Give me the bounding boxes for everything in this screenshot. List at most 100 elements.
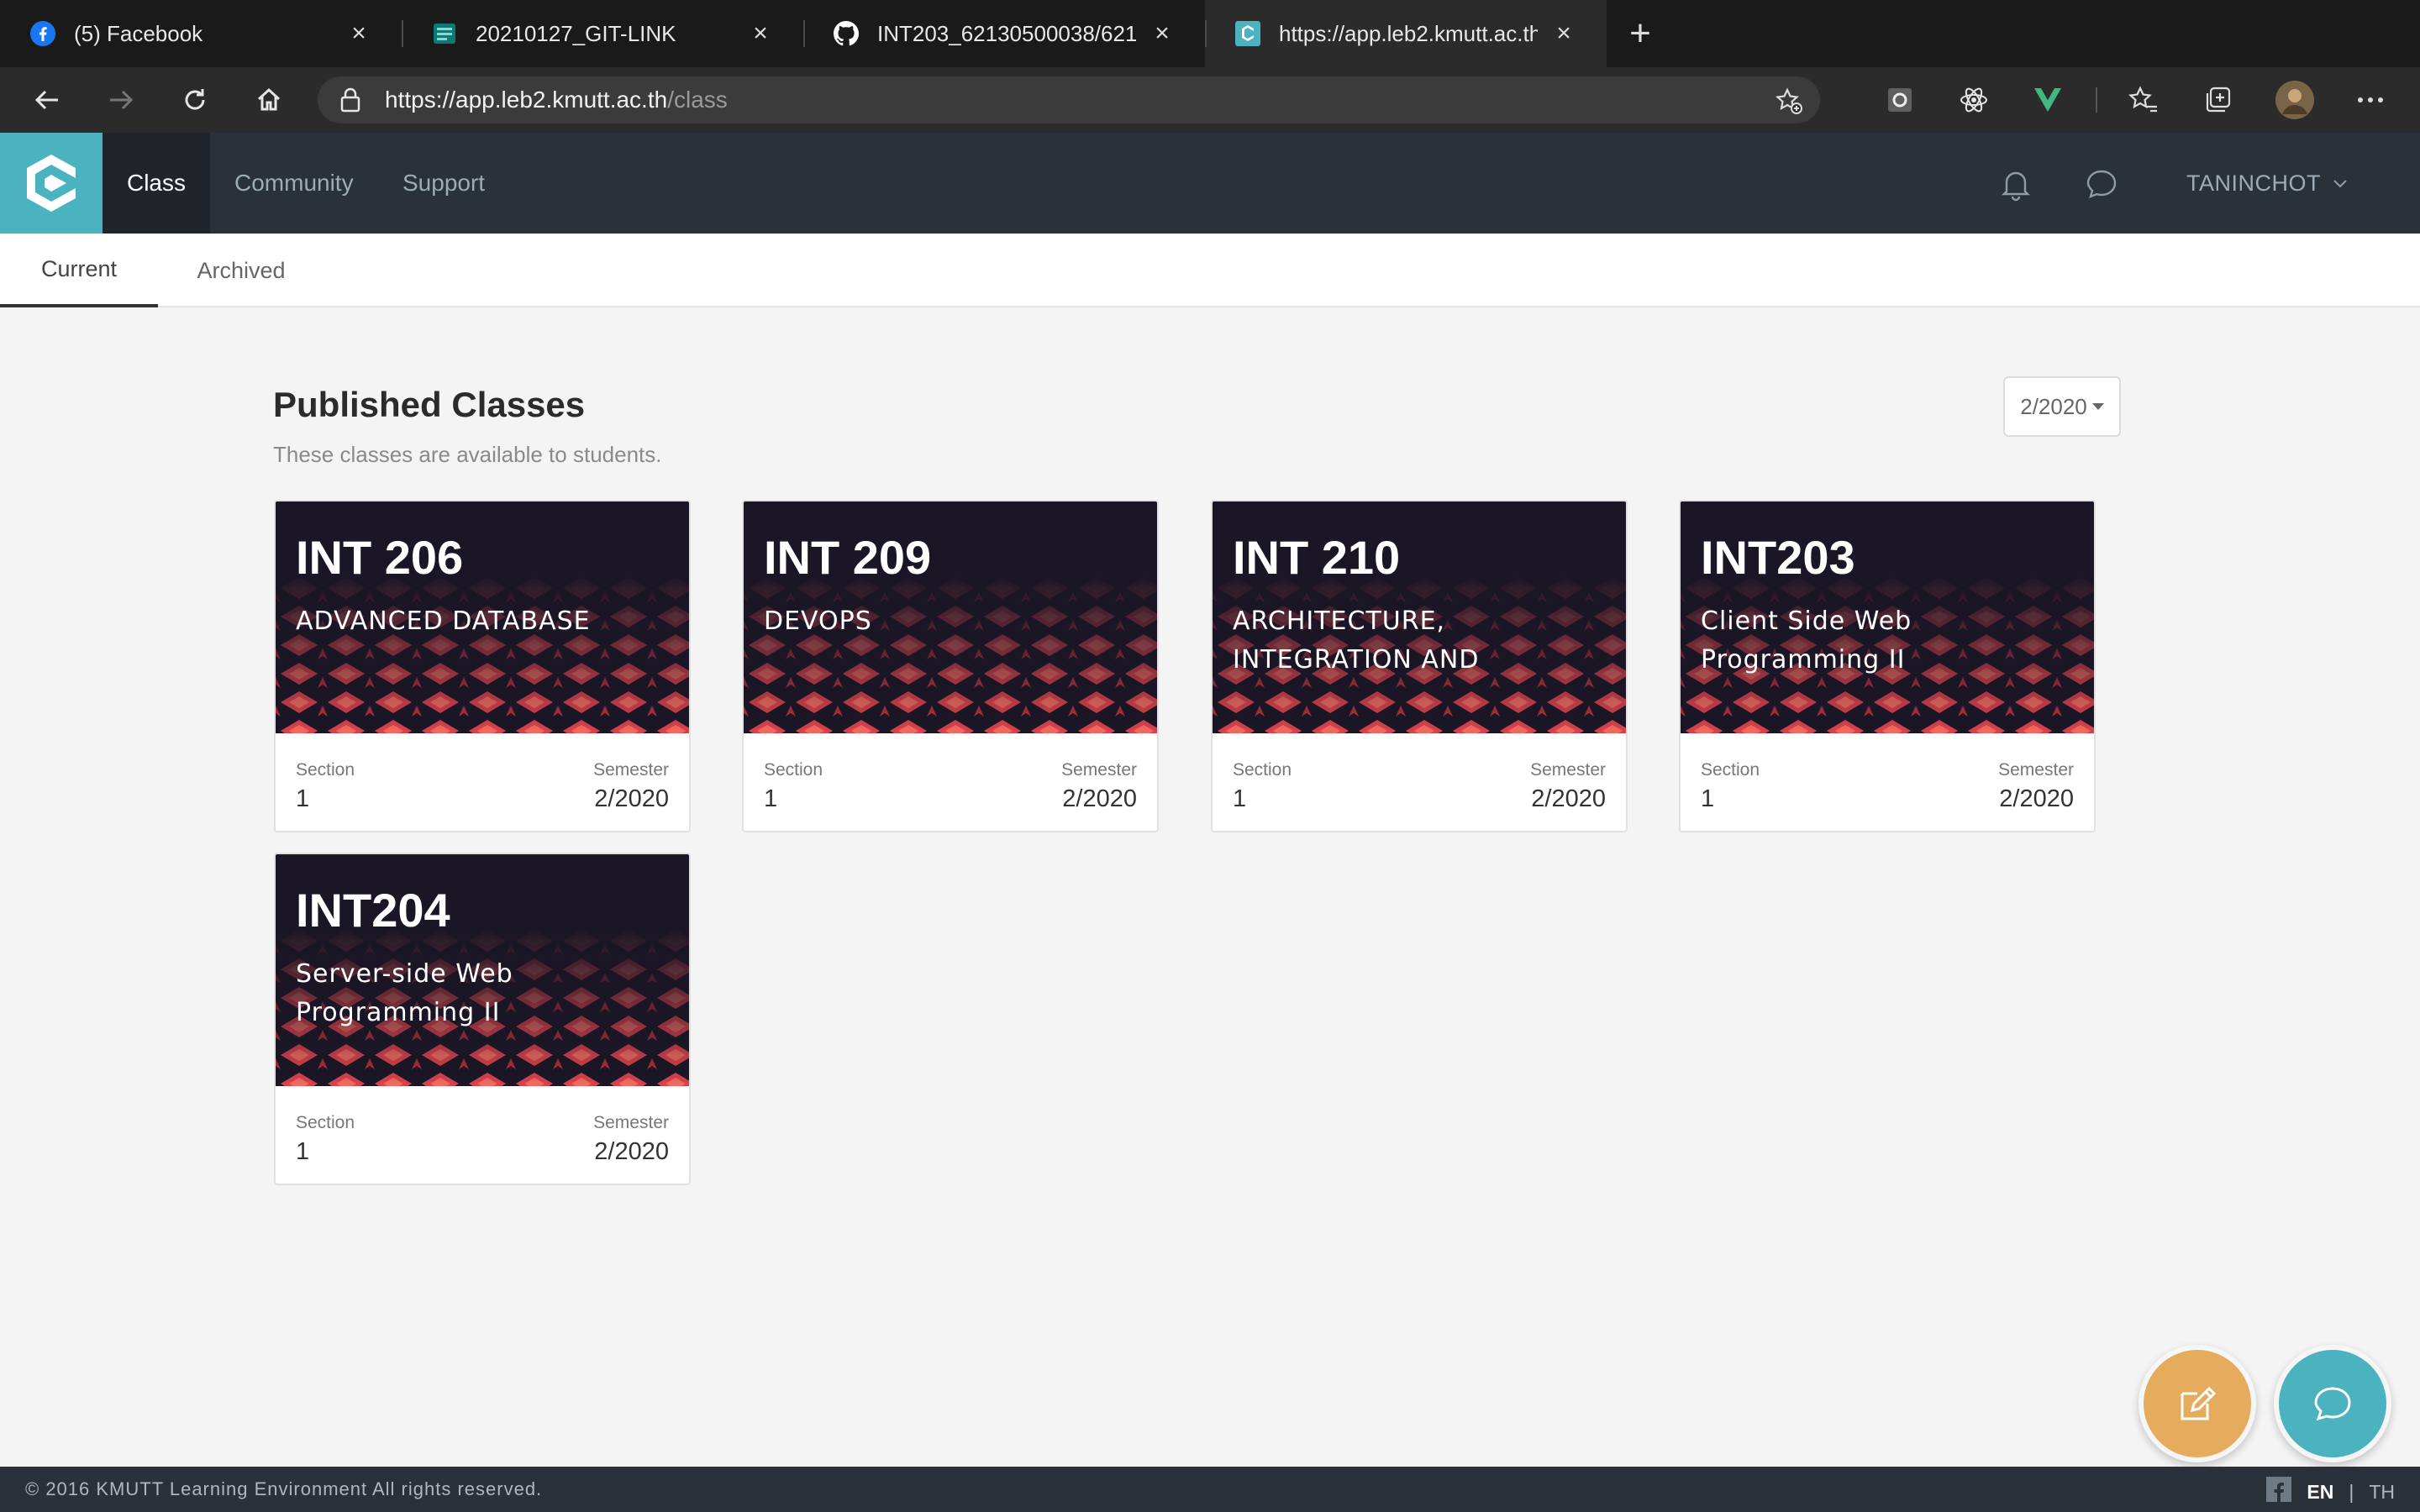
class-card-meta: Section 1 Semester 2/2020	[744, 733, 1157, 831]
user-menu[interactable]: TANINCHOT	[2186, 133, 2348, 234]
favorites-icon[interactable]	[2114, 67, 2173, 133]
class-card-int210[interactable]: INT 210 ARCHITECTURE, INTEGRATION AND Se…	[1211, 500, 1628, 832]
close-tab-icon[interactable]: ×	[346, 19, 371, 48]
github-icon	[834, 21, 859, 46]
browser-tab-github[interactable]: INT203_62130500038/62130500038 ×	[803, 0, 1205, 67]
leb2-logo[interactable]	[0, 133, 103, 234]
class-card-banner: INT 206 ADVANCED DATABASE	[276, 501, 689, 733]
class-card-banner: INT 209 DEVOPS	[744, 501, 1157, 733]
back-button[interactable]	[10, 67, 84, 133]
browser-tab-strip: (5) Facebook × 20210127_GIT-LINK × INT20…	[0, 0, 2420, 67]
home-icon	[257, 87, 281, 111]
compose-button[interactable]	[2139, 1345, 2256, 1462]
address-bar[interactable]: https://app.leb2.kmutt.ac.th/class	[318, 76, 1820, 123]
section-label: Section	[296, 1113, 355, 1132]
semester-label: Semester	[593, 760, 669, 780]
nav-support[interactable]: Support	[402, 133, 485, 234]
semester-value: 2/2020	[594, 785, 669, 812]
nav-class[interactable]: Class	[103, 133, 210, 234]
class-card-banner: INT203 Client Side Web Programming II	[1681, 501, 2094, 733]
close-tab-icon[interactable]: ×	[748, 19, 773, 48]
url-path: /class	[667, 87, 728, 113]
tab-archived[interactable]: Archived	[187, 234, 296, 307]
section-value: 1	[764, 785, 778, 812]
lang-separator: |	[2349, 1480, 2354, 1503]
outlook-icon[interactable]	[1870, 67, 1929, 133]
vue-devtools-icon[interactable]	[2018, 67, 2077, 133]
close-tab-icon[interactable]: ×	[1150, 19, 1175, 48]
url-text: https://app.leb2.kmutt.ac.th/class	[385, 87, 728, 113]
semester-value: 2/2020	[1531, 785, 1606, 812]
section-value: 1	[1701, 785, 1715, 812]
footer-copyright: © 2016 KMUTT Learning Environment All ri…	[25, 1478, 543, 1499]
class-card-meta: Section 1 Semester 2/2020	[1681, 733, 2094, 831]
lang-th[interactable]: TH	[2369, 1481, 2395, 1504]
lock-icon	[340, 87, 360, 113]
nav-community[interactable]: Community	[234, 133, 354, 234]
forward-arrow-icon	[110, 90, 134, 110]
section-label: Section	[296, 760, 355, 780]
reload-button[interactable]	[158, 67, 232, 133]
new-tab-button[interactable]: +	[1607, 0, 1674, 67]
forward-button[interactable]	[84, 67, 158, 133]
semester-value: 2/2020	[594, 1138, 669, 1165]
edit-icon	[2181, 1386, 2217, 1420]
semester-label: Semester	[1061, 760, 1137, 780]
semester-value: 2/2020	[1062, 785, 1137, 812]
class-card-meta: Section 1 Semester 2/2020	[276, 1086, 689, 1184]
class-card-int206[interactable]: INT 206 ADVANCED DATABASE Section 1 Semes…	[274, 500, 691, 832]
banner-pattern	[276, 574, 689, 733]
browser-tab-facebook[interactable]: (5) Facebook ×	[0, 0, 402, 67]
chevron-down-icon	[2333, 180, 2347, 188]
section-value: 1	[296, 785, 310, 812]
browser-tab-git-link[interactable]: 20210127_GIT-LINK ×	[402, 0, 803, 67]
semester-value: 2/2020	[1999, 785, 2074, 812]
section-label: Section	[1701, 760, 1760, 780]
more-icon[interactable]	[2341, 67, 2400, 133]
section-value: 1	[296, 1138, 310, 1165]
section-value: 1	[1233, 785, 1247, 812]
chat-bubble-icon	[2314, 1387, 2351, 1421]
class-card-int203[interactable]: INT203 Client Side Web Programming II Se…	[1679, 500, 2096, 832]
user-name: TANINCHOT	[2186, 170, 2321, 196]
semester-dropdown-value: 2/2020	[2020, 393, 2087, 419]
semester-label: Semester	[1530, 760, 1606, 780]
banner-pattern	[744, 574, 1157, 733]
footer: © 2016 KMUTT Learning Environment All ri…	[0, 1467, 2420, 1512]
leb2-icon	[1235, 21, 1260, 46]
class-name: DEVOPS	[764, 606, 872, 636]
page-subtitle: These classes are available to students.	[273, 442, 662, 467]
lang-en[interactable]: EN	[2307, 1481, 2333, 1504]
react-devtools-icon[interactable]	[1944, 67, 2003, 133]
language-switcher: EN | TH	[2266, 1477, 2395, 1507]
class-card-int209[interactable]: INT 209 DEVOPS Section 1 Semester 2/2020	[742, 500, 1159, 832]
profile-avatar[interactable]	[2265, 67, 2324, 133]
url-host: https://app.leb2.kmutt.ac.th	[385, 87, 668, 113]
class-card-banner: INT204 Server-side Web Programming II	[276, 854, 689, 1086]
semester-dropdown[interactable]: 2/2020	[2003, 376, 2121, 437]
class-name: Server-side Web Programming II	[296, 959, 513, 1027]
reload-icon	[185, 89, 205, 110]
class-card-meta: Section 1 Semester 2/2020	[276, 733, 689, 831]
caret-down-icon	[2091, 403, 2104, 410]
close-tab-icon[interactable]: ×	[1551, 19, 1576, 48]
class-code: INT 210	[1233, 531, 1401, 584]
tab-title: (5) Facebook	[74, 20, 203, 46]
class-subtabs: Current Archived	[0, 234, 2420, 307]
chat-button[interactable]	[2274, 1345, 2391, 1462]
facebook-icon[interactable]	[2266, 1477, 2292, 1507]
class-card-int204[interactable]: INT204 Server-side Web Programming II Se…	[274, 853, 691, 1185]
collections-icon[interactable]	[2188, 67, 2247, 133]
tab-current[interactable]: Current	[0, 234, 158, 307]
class-card-meta: Section 1 Semester 2/2020	[1213, 733, 1626, 831]
class-card-banner: INT 210 ARCHITECTURE, INTEGRATION AND	[1213, 501, 1626, 733]
app-header: Class Community Support TANINCHOT	[0, 133, 2420, 234]
add-favorite-icon[interactable]	[1775, 87, 1803, 119]
browser-tab-leb2[interactable]: https://app.leb2.kmutt.ac.th/class ×	[1205, 0, 1607, 67]
chat-bubble-icon[interactable]	[2084, 166, 2119, 206]
class-name: ADVANCED DATABASE	[296, 606, 591, 636]
home-button[interactable]	[232, 67, 306, 133]
back-arrow-icon	[34, 90, 58, 110]
bell-icon[interactable]	[1998, 166, 2033, 206]
class-name: ARCHITECTURE, INTEGRATION AND	[1233, 606, 1480, 675]
